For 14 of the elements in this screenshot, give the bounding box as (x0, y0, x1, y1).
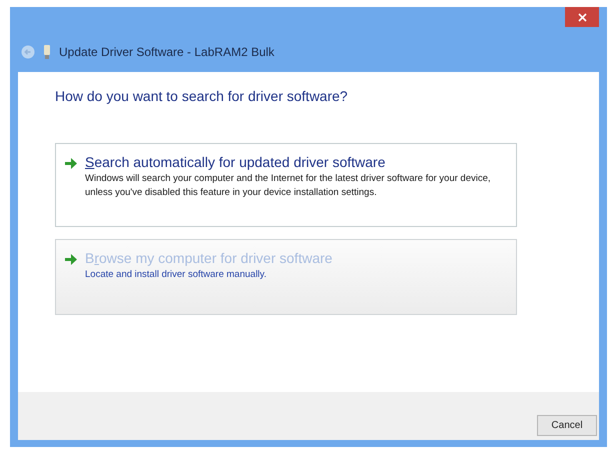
cancel-button[interactable]: Cancel (537, 415, 597, 436)
option-title: Search automatically for updated driver software (85, 153, 386, 172)
option-description: Locate and install driver software manually. (85, 268, 268, 282)
arrow-icon (65, 254, 77, 265)
option-title: Browse my computer for driver software (85, 249, 332, 268)
page-heading: How do you want to search for driver software? (55, 87, 349, 105)
device-icon (43, 44, 51, 58)
window-title: Update Driver Software - LabRAM2 Bulk (59, 44, 274, 60)
close-icon (578, 12, 586, 22)
option-button[interactable] (55, 143, 517, 227)
option-description: Windows will search your computer and the Internet for the latest driver software for your device, unless you've disabled this feature in your device installation settings. (85, 172, 492, 200)
close-button[interactable] (565, 7, 599, 27)
option-button[interactable]: Browse my computer for driver software Locate and install driver software manually. (55, 239, 517, 315)
arrow-icon (65, 158, 77, 169)
